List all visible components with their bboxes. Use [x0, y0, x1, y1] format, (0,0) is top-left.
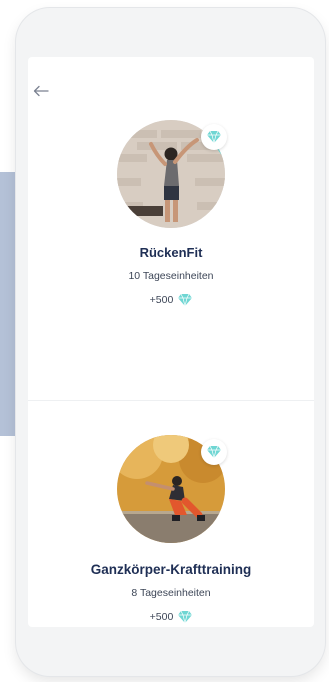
gem-badge: [201, 124, 227, 150]
program-units: 8 Tageseinheiten: [131, 587, 211, 599]
program-units: 10 Tageseinheiten: [128, 270, 214, 282]
gem-badge: [201, 439, 227, 465]
points-value: +500: [149, 294, 174, 306]
program-card-ganzkoerper[interactable]: Ganzkörper-Krafttraining 8 Tageseinheite…: [28, 400, 314, 627]
gem-icon: [178, 294, 193, 306]
program-avatar: [117, 120, 227, 228]
gem-icon: [207, 131, 221, 143]
points-row: +500: [150, 611, 193, 623]
program-list-screen: RückenFit 10 Tageseinheiten +500 Ganzkör…: [28, 57, 314, 627]
program-title: Ganzkörper-Krafttraining: [90, 562, 252, 577]
stage: RückenFit 10 Tageseinheiten +500 Ganzkör…: [0, 0, 329, 682]
points-row: +500: [150, 294, 193, 306]
gem-icon: [178, 611, 193, 623]
gem-icon: [207, 446, 221, 458]
phone-frame: RückenFit 10 Tageseinheiten +500 Ganzkör…: [16, 8, 325, 676]
program-avatar: [117, 435, 227, 543]
back-button[interactable]: [30, 82, 52, 100]
program-title: RückenFit: [139, 245, 203, 260]
program-card-rueckenfit[interactable]: RückenFit 10 Tageseinheiten +500: [28, 120, 314, 400]
arrow-left-icon: [33, 85, 49, 97]
points-value: +500: [149, 611, 174, 623]
